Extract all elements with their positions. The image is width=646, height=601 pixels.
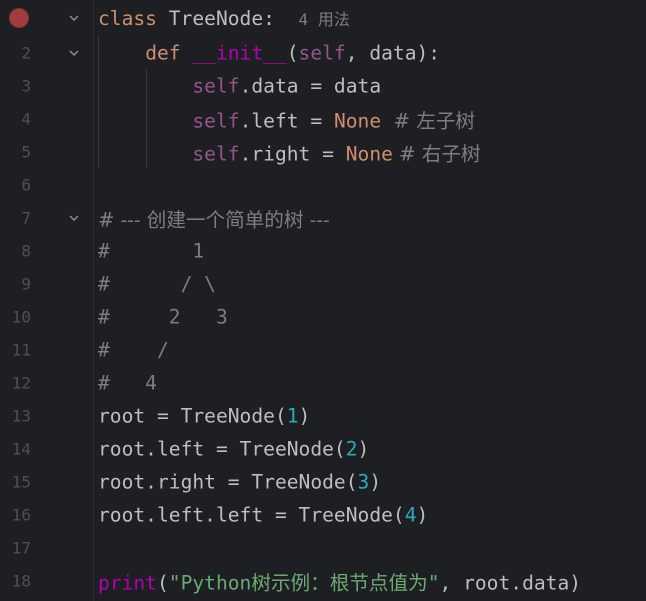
parameters: , data): (345, 41, 441, 64)
usages-hint[interactable]: 4 用法 (299, 10, 350, 29)
code-line[interactable]: 11 # / (0, 333, 646, 366)
keyword-def: def (145, 41, 181, 64)
string-literal: "Python树示例：根节点值为" (168, 571, 440, 594)
comment[interactable]: # 4 (98, 371, 157, 394)
line-number: 13 (11, 406, 31, 425)
number-literal: 1 (286, 404, 299, 427)
line-number: 3 (21, 76, 31, 95)
chevron-down-icon[interactable] (66, 10, 82, 26)
line-number: 17 (11, 538, 31, 557)
self-keyword: self (298, 41, 346, 64)
punctuation: ( (286, 41, 299, 64)
statement: root.right = TreeNode( (98, 470, 358, 493)
none-keyword: None (333, 109, 382, 132)
number-literal: 4 (404, 503, 417, 526)
code-line[interactable]: 4 self.left = None # 左子树 (0, 102, 646, 135)
builtin-print: print (98, 571, 157, 594)
code-line[interactable]: 10 # 2 3 (0, 300, 646, 333)
statement: .right = (239, 142, 346, 165)
line-number: 16 (11, 505, 31, 524)
class-name: TreeNode (168, 6, 264, 30)
line-number: 7 (21, 208, 31, 227)
statement: root.left.left = TreeNode( (98, 503, 405, 526)
line-number: 6 (21, 175, 31, 194)
line-number: 5 (21, 142, 31, 161)
code-line[interactable]: 13 root = TreeNode(1) (0, 399, 646, 432)
line-number: 12 (11, 373, 31, 392)
code-line[interactable]: 6 (0, 168, 646, 201)
number-literal: 3 (357, 470, 370, 493)
punctuation: ( (156, 571, 169, 594)
statement: .left = (239, 109, 334, 132)
comment[interactable]: # / \ (98, 272, 216, 295)
code-line[interactable]: 3 self.data = data (0, 69, 646, 102)
self-keyword: self (192, 142, 240, 165)
code-text[interactable]: root.left = TreeNode(2) (98, 437, 369, 460)
code-line[interactable]: 16 root.left.left = TreeNode(4) (0, 498, 646, 531)
code-line[interactable]: 8 # 1 (0, 234, 646, 267)
comment: # 右子树 (392, 142, 481, 165)
punctuation: : (263, 6, 275, 30)
line-number: 9 (21, 274, 31, 293)
statement: .data = data (239, 74, 382, 97)
punctuation: ) (416, 503, 429, 526)
code-text[interactable]: self.data = data (98, 74, 381, 97)
function-name: __init__ (192, 41, 287, 64)
code-text[interactable]: print("Python树示例：根节点值为", root.data) (98, 566, 581, 595)
code-line[interactable]: 15 root.right = TreeNode(3) (0, 465, 646, 498)
code-line[interactable]: 18 print("Python树示例：根节点值为", root.data) (0, 564, 646, 597)
line-number: 8 (21, 241, 31, 260)
code-text[interactable]: root.left.left = TreeNode(4) (98, 503, 428, 526)
code-line[interactable]: 17 (0, 531, 646, 564)
comment[interactable]: # 2 3 (98, 305, 228, 328)
none-keyword: None (345, 142, 393, 165)
code-text[interactable]: class TreeNode: 4 用法 (98, 6, 350, 30)
line-number: 15 (11, 472, 31, 491)
code-text[interactable]: self.left = None # 左子树 (98, 104, 475, 133)
keyword-class: class (98, 6, 157, 30)
code-line[interactable]: 7 # --- 创建一个简单的树 --- (0, 201, 646, 234)
line-number: 11 (11, 340, 31, 359)
breakpoint-icon[interactable] (9, 7, 29, 28)
line-number: 2 (21, 43, 31, 62)
code-line[interactable]: 9 # / \ (0, 267, 646, 300)
punctuation: ) (369, 470, 382, 493)
self-keyword: self (192, 74, 240, 97)
code-line[interactable]: 5 self.right = None # 右子树 (0, 135, 646, 168)
statement: root = TreeNode( (98, 404, 287, 427)
chevron-down-icon[interactable] (66, 45, 82, 61)
code-editor[interactable]: class TreeNode: 4 用法 2 def __init__(self… (0, 0, 646, 601)
arguments: , root.data) (439, 571, 582, 594)
punctuation: ) (298, 404, 311, 427)
code-text[interactable]: self.right = None # 右子树 (98, 137, 481, 166)
self-keyword: self (192, 109, 240, 132)
number-literal: 2 (345, 437, 358, 460)
code-text[interactable]: def __init__(self, data): (98, 41, 440, 64)
comment[interactable]: # --- 创建一个简单的树 --- (98, 203, 330, 232)
comment[interactable]: # / (98, 338, 169, 361)
punctuation: ) (357, 437, 370, 460)
code-text[interactable]: root = TreeNode(1) (98, 404, 310, 427)
line-number: 10 (11, 307, 31, 326)
code-line[interactable]: 14 root.left = TreeNode(2) (0, 432, 646, 465)
statement: root.left = TreeNode( (98, 437, 346, 460)
line-number: 18 (11, 571, 31, 590)
line-number: 14 (11, 439, 31, 458)
comment[interactable]: # 1 (98, 239, 204, 262)
code-line[interactable]: class TreeNode: 4 用法 (0, 1, 646, 34)
comment: # 左子树 (381, 109, 476, 132)
chevron-down-icon[interactable] (66, 210, 82, 226)
line-number: 4 (21, 109, 31, 128)
code-text[interactable]: root.right = TreeNode(3) (98, 470, 381, 493)
code-line[interactable]: 2 def __init__(self, data): (0, 36, 646, 69)
code-line[interactable]: 12 # 4 (0, 366, 646, 399)
